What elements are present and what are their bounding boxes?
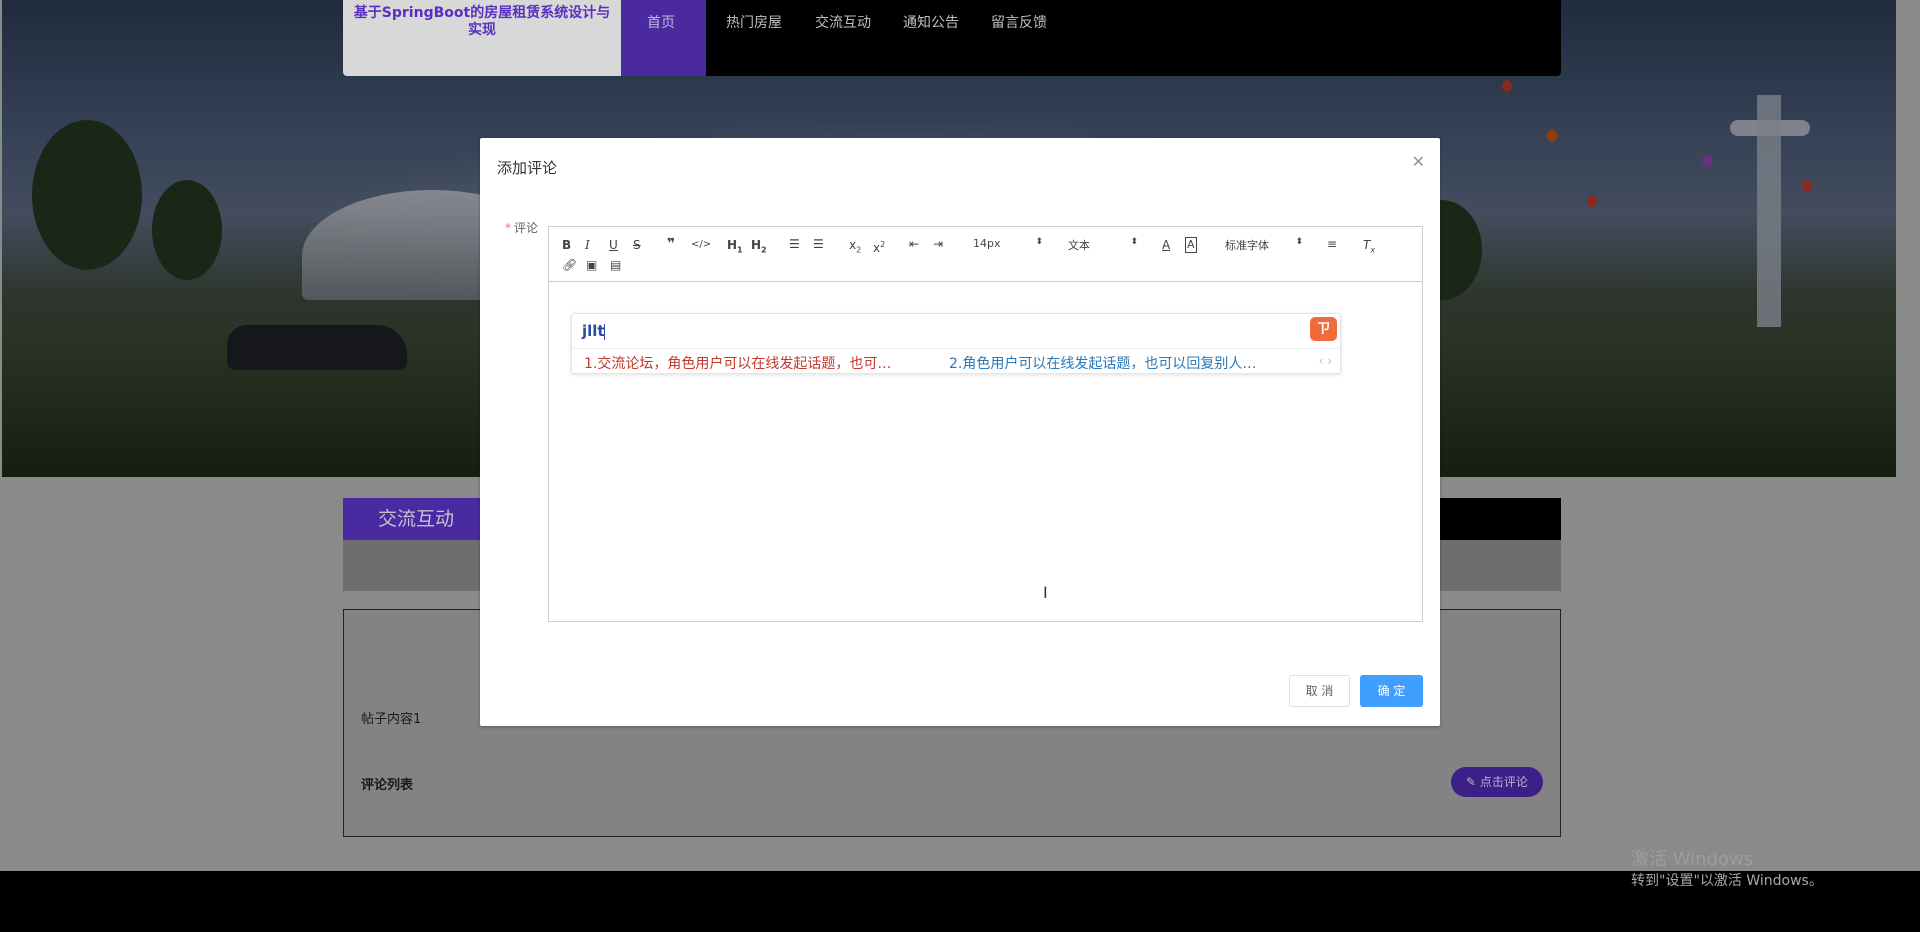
background-color-icon[interactable]: A xyxy=(1185,237,1197,253)
italic-icon[interactable]: I xyxy=(585,238,590,252)
ime-candidate-1[interactable]: 1.交流论坛，角色用户可以在线发起话题，也可… xyxy=(584,353,891,373)
comment-field-label: * 评论 xyxy=(505,221,539,235)
block-format-select[interactable]: 文本 ⬍ xyxy=(1068,237,1138,253)
font-size-select[interactable]: 14px ⬍ xyxy=(973,237,1043,250)
strike-icon[interactable]: S xyxy=(633,238,641,252)
heading2-icon[interactable]: H2 xyxy=(751,238,767,257)
subscript-icon[interactable]: x2 xyxy=(849,238,861,257)
outdent-icon[interactable]: ⇤ xyxy=(909,237,919,251)
clear-format-icon[interactable]: Tx xyxy=(1363,238,1375,257)
ime-candidate-popup: jllt ㄗ 1.交流论坛，角色用户可以在线发起话题，也可… 2.角色用户可以在… xyxy=(571,313,1341,374)
ime-composition: jllt xyxy=(582,322,605,340)
bullet-list-icon[interactable]: ☰ xyxy=(813,237,824,251)
blockquote-icon[interactable]: ❞ xyxy=(667,237,675,251)
heading1-icon[interactable]: H1 xyxy=(727,238,743,257)
align-icon[interactable]: ≡ xyxy=(1327,237,1337,251)
ime-page-nav[interactable]: ‹ › xyxy=(1319,354,1332,368)
video-icon[interactable]: ▤ xyxy=(610,258,621,272)
ordered-list-icon[interactable]: ☰ xyxy=(789,237,800,251)
code-block-icon[interactable]: </> xyxy=(691,238,711,252)
rich-text-editor: B I U S ❞ </> H1 H2 ☰ ☰ x2 x2 ⇤ ⇥ 14px ⬍ … xyxy=(548,226,1423,622)
font-family-select[interactable]: 标准字体 ⬍ xyxy=(1225,237,1303,253)
cancel-button[interactable]: 取 消 xyxy=(1289,675,1350,707)
underline-icon[interactable]: U xyxy=(609,238,618,252)
indent-icon[interactable]: ⇥ xyxy=(933,237,943,251)
superscript-icon[interactable]: x2 xyxy=(873,238,885,255)
confirm-button[interactable]: 确 定 xyxy=(1360,675,1423,707)
font-color-icon[interactable]: A xyxy=(1162,238,1170,252)
text-cursor-icon: I xyxy=(1043,583,1048,602)
editor-toolbar: B I U S ❞ </> H1 H2 ☰ ☰ x2 x2 ⇤ ⇥ 14px ⬍ … xyxy=(549,227,1422,282)
ime-logo-icon[interactable]: ㄗ xyxy=(1310,317,1337,341)
add-comment-dialog: 添加评论 ✕ * 评论 B I U S ❞ </> H1 H2 ☰ ☰ x2 x2… xyxy=(480,138,1440,726)
ime-caret xyxy=(604,324,605,340)
bold-icon[interactable]: B xyxy=(562,238,571,252)
ime-candidate-2[interactable]: 2.角色用户可以在线发起话题，也可以回复别人… xyxy=(949,353,1256,373)
editor-content[interactable]: jllt ㄗ 1.交流论坛，角色用户可以在线发起话题，也可… 2.角色用户可以在… xyxy=(549,283,1422,621)
image-icon[interactable]: ▣ xyxy=(586,258,597,272)
link-icon[interactable]: 🔗︎ xyxy=(562,258,577,272)
close-icon[interactable]: ✕ xyxy=(1412,152,1425,171)
dialog-title: 添加评论 xyxy=(497,159,558,177)
